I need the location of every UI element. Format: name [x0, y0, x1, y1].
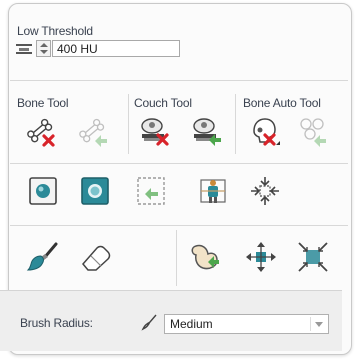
- bone-delete-icon: [27, 118, 55, 147]
- view-normal-button[interactable]: [26, 174, 60, 208]
- expand-region-button[interactable]: [244, 240, 278, 274]
- eraser-icon: [82, 245, 111, 271]
- selection-restore-button[interactable]: [134, 174, 168, 208]
- body-scan-icon: [200, 179, 226, 203]
- stepper-up-icon[interactable]: [40, 43, 48, 47]
- brush-icon: [26, 242, 58, 271]
- brush-radius-label: Brush Radius:: [20, 316, 93, 330]
- bone-auto-restore-button[interactable]: [296, 115, 330, 149]
- shrink-region-button[interactable]: [248, 174, 282, 208]
- bone-fill-icon: [191, 244, 219, 270]
- bone-tool-label: Bone Tool: [17, 96, 69, 110]
- bone-delete-button[interactable]: [24, 115, 58, 149]
- eraser-button[interactable]: [80, 240, 114, 274]
- brush-radius-select[interactable]: Medium: [164, 314, 329, 334]
- divider: [10, 80, 348, 81]
- bone-restore-button[interactable]: [76, 115, 110, 149]
- couch-delete-button[interactable]: [138, 115, 172, 149]
- threshold-stepper[interactable]: [36, 40, 51, 57]
- skull-restore-icon: [300, 118, 326, 147]
- brush-radius-value: Medium: [170, 317, 213, 331]
- couch-restore-button[interactable]: [190, 115, 224, 149]
- threshold-icon: [16, 44, 32, 54]
- divider: [10, 163, 348, 164]
- divider: [235, 94, 236, 154]
- couch-delete-icon: [141, 118, 169, 146]
- brush-outline-icon: [141, 314, 157, 331]
- bone-auto-tool-label: Bone Auto Tool: [243, 96, 321, 110]
- view-normal-icon: [29, 177, 57, 205]
- body-scan-button[interactable]: [196, 174, 230, 208]
- divider: [176, 230, 177, 286]
- stepper-down-icon[interactable]: [40, 50, 48, 54]
- shrink-corners-button[interactable]: [296, 240, 330, 274]
- shrink-corners-icon: [298, 242, 328, 272]
- bone-restore-icon: [79, 118, 107, 147]
- skull-delete-icon: [253, 118, 280, 146]
- select-divider: [310, 317, 311, 331]
- expand-icon: [246, 242, 276, 272]
- couch-restore-icon: [193, 118, 221, 146]
- view-filled-button[interactable]: [78, 174, 112, 208]
- shrink-icon: [251, 177, 279, 205]
- chevron-down-icon[interactable]: [315, 322, 323, 327]
- couch-tool-label: Couch Tool: [134, 96, 192, 110]
- bone-auto-delete-button[interactable]: [248, 115, 282, 149]
- brush-button[interactable]: [26, 240, 60, 274]
- divider: [10, 225, 348, 226]
- low-threshold-label: Low Threshold: [17, 24, 93, 38]
- view-filled-icon: [81, 177, 109, 205]
- threshold-input[interactable]: 400 HU: [52, 40, 180, 57]
- divider: [128, 94, 129, 154]
- selection-restore-icon: [137, 177, 165, 205]
- bone-fill-button[interactable]: [188, 240, 222, 274]
